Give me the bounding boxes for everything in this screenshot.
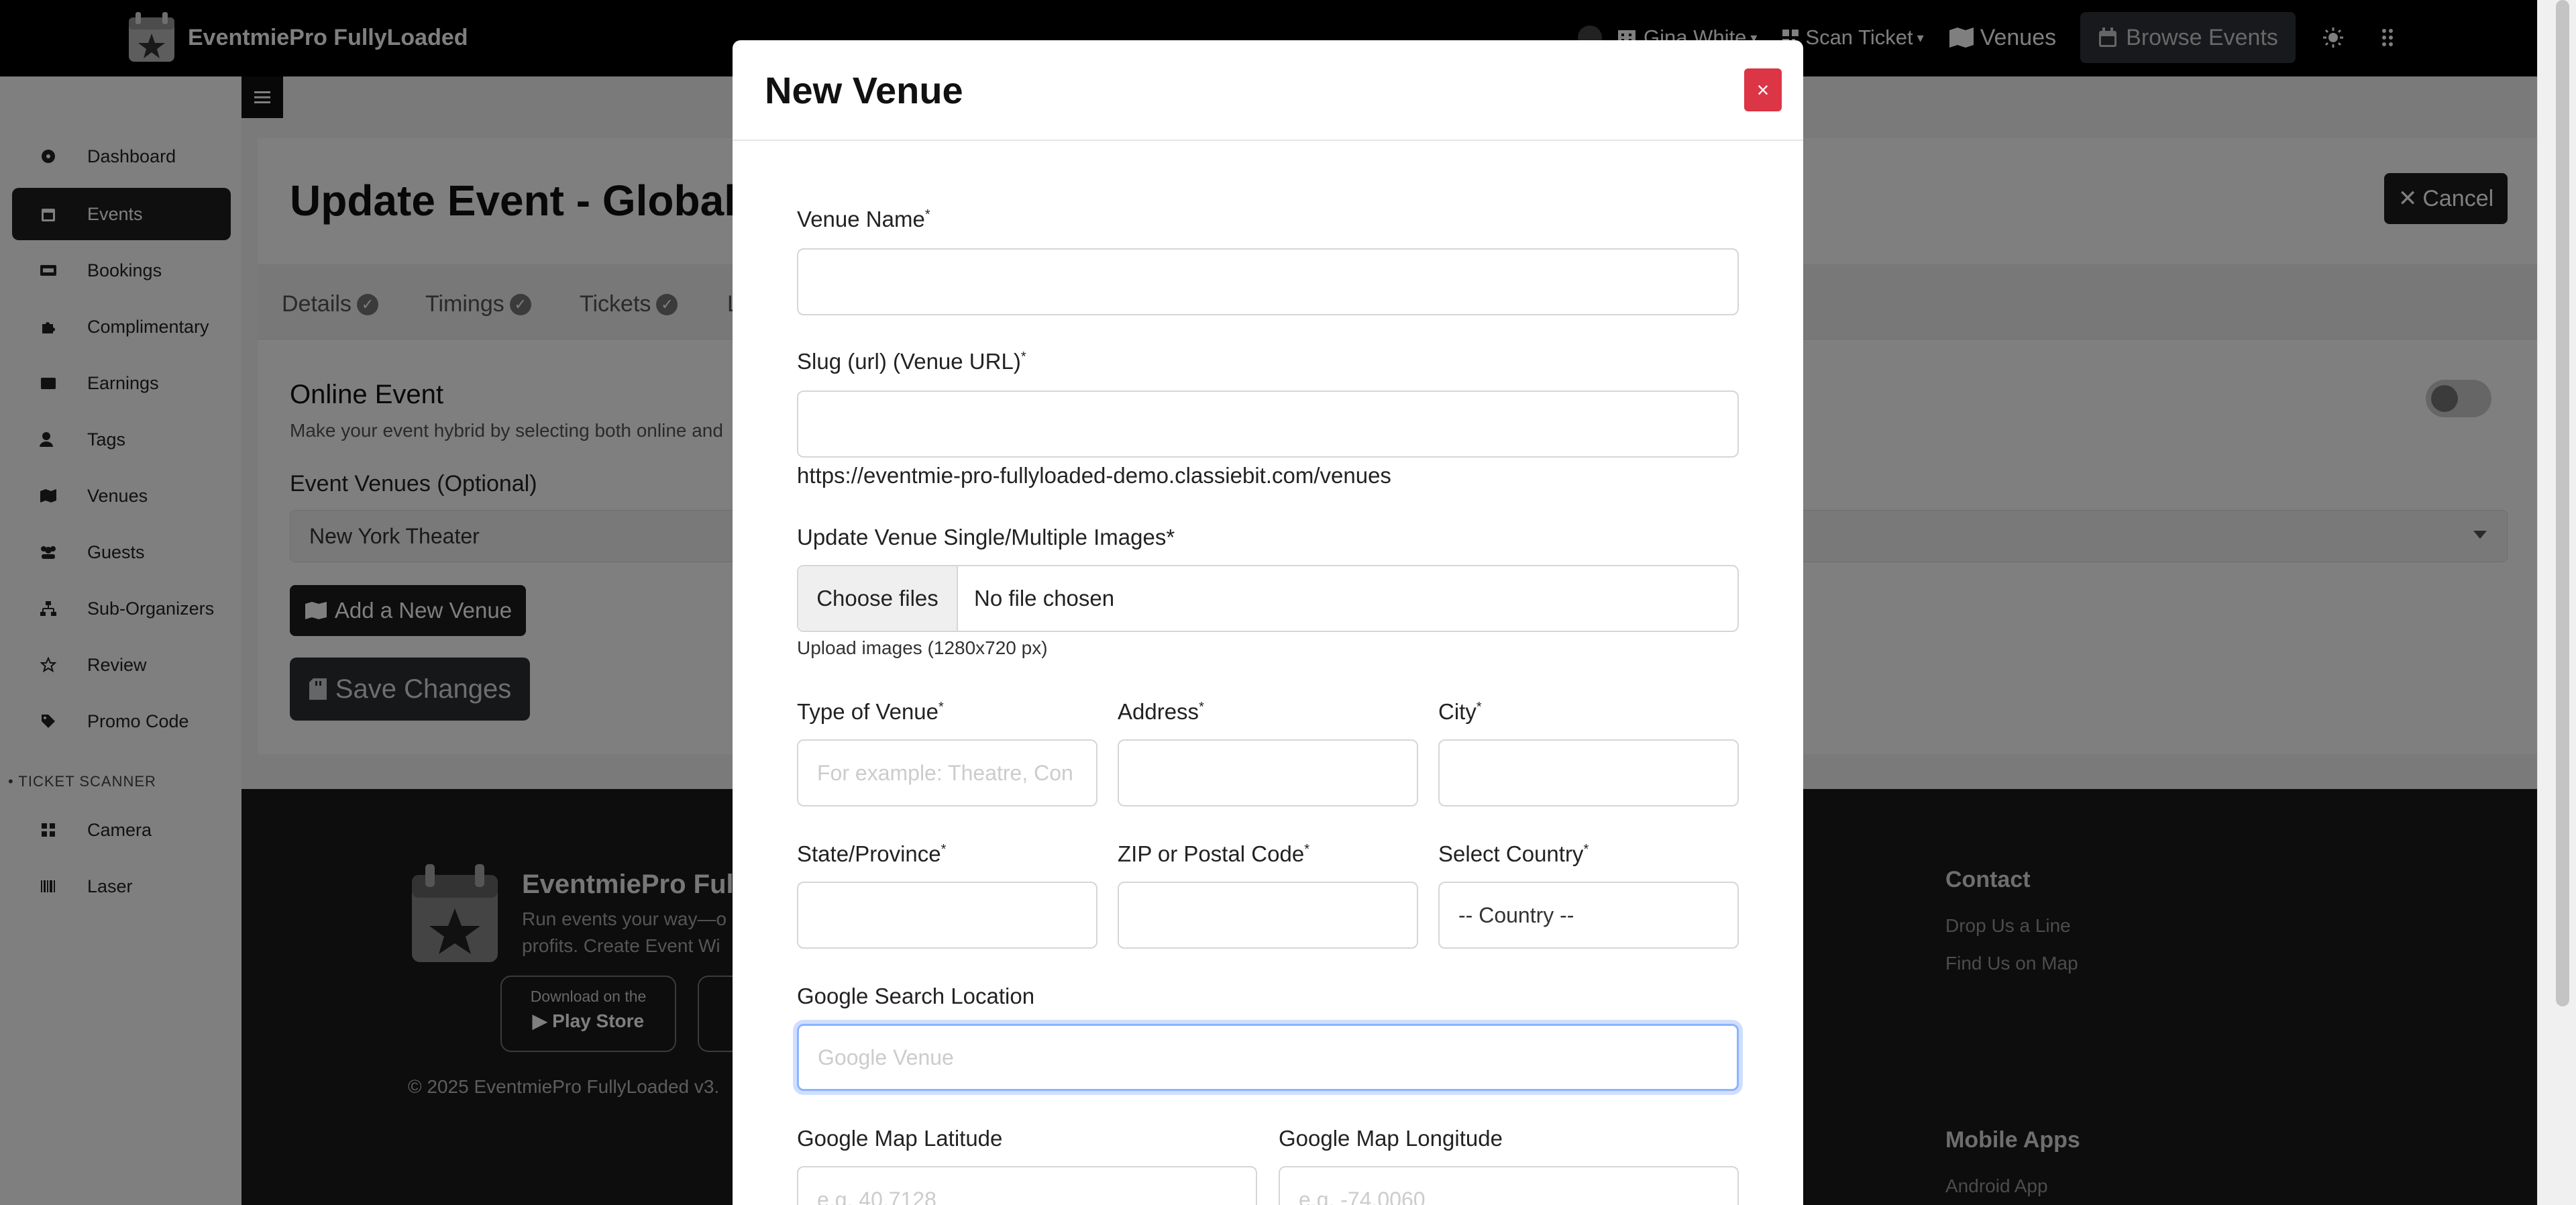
slug-label: Slug (url) (Venue URL)* xyxy=(797,349,1026,374)
modal-close-button[interactable]: × xyxy=(1744,68,1782,111)
address-label: Address* xyxy=(1118,699,1204,724)
venue-type-input[interactable]: For example: Theatre, Con xyxy=(797,739,1097,806)
venue-type-label: Type of Venue* xyxy=(797,699,944,724)
modal-header: New Venue × xyxy=(733,40,1803,141)
scrollbar-thumb[interactable] xyxy=(2556,0,2569,1006)
zip-label: ZIP or Postal Code* xyxy=(1118,841,1309,866)
venue-images-file-input[interactable]: Choose files No file chosen xyxy=(797,565,1739,632)
venue-images-label: Update Venue Single/Multiple Images* xyxy=(797,525,1175,549)
venue-name-label: Venue Name* xyxy=(797,207,930,231)
country-select[interactable]: -- Country -- xyxy=(1438,882,1739,949)
new-venue-modal: New Venue × Venue Name* Slug (url) (Venu… xyxy=(733,40,1803,1205)
modal-title: New Venue xyxy=(765,69,963,111)
latitude-label: Google Map Latitude xyxy=(797,1126,1003,1151)
longitude-input[interactable]: e.g. -74.0060 xyxy=(1279,1166,1739,1205)
slug-input[interactable] xyxy=(797,390,1739,458)
longitude-label: Google Map Longitude xyxy=(1279,1126,1503,1151)
state-input[interactable] xyxy=(797,882,1097,949)
city-label: City* xyxy=(1438,699,1482,724)
file-status: No file chosen xyxy=(974,586,1115,611)
google-search-label: Google Search Location xyxy=(797,984,1035,1008)
google-search-input[interactable]: Google Venue xyxy=(797,1024,1739,1091)
address-input[interactable] xyxy=(1118,739,1418,806)
city-input[interactable] xyxy=(1438,739,1739,806)
country-label: Select Country* xyxy=(1438,841,1589,866)
venue-name-input[interactable] xyxy=(797,248,1739,315)
state-label: State/Province* xyxy=(797,841,947,866)
latitude-input[interactable]: e.g. 40.7128 xyxy=(797,1166,1257,1205)
choose-files-button[interactable]: Choose files xyxy=(798,566,958,631)
slug-base-url: https://eventmie-pro-fullyloaded-demo.cl… xyxy=(797,463,1391,488)
zip-input[interactable] xyxy=(1118,882,1418,949)
images-help-text: Upload images (1280x720 px) xyxy=(797,637,1048,658)
